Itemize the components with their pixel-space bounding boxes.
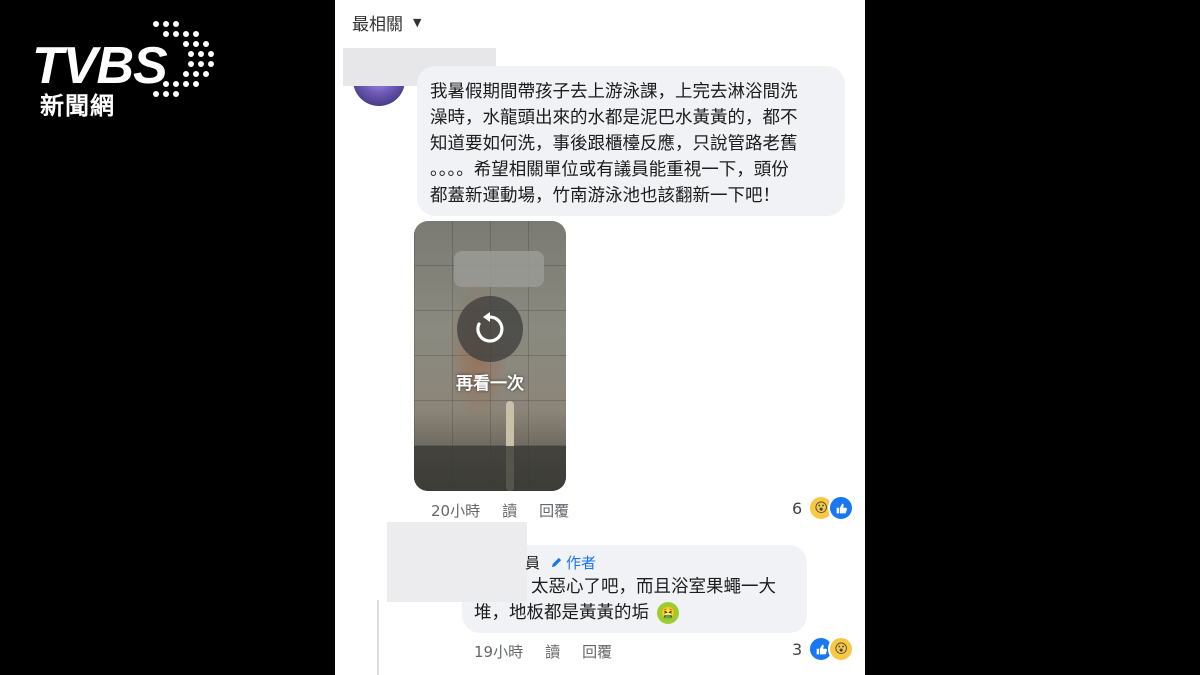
thread-line [377,600,379,675]
reply-line: 堆，地板都是黃黃的垢 [474,603,649,623]
replay-icon [476,312,504,343]
comment-line: 都蓋新運動場，竹南游泳池也該翻新一下吧！ [430,186,780,206]
author-name[interactable]: 員 [525,552,540,573]
read-link[interactable]: 讀 [545,641,560,662]
comment-text: 我暑假期間帶孩子去上游泳課，上完去淋浴間洗 澡時，水龍頭出來的水都是泥巴水黃黃的… [430,79,840,209]
reply-line-2: 堆，地板都是黃黃的垢 🤮 [474,600,804,626]
phone-screen: 最相關 ▼ 我暑假期間帶孩子去上游泳課，上完去淋浴間洗 澡時，水龍頭出來的水都是… [335,0,865,675]
reaction-summary[interactable]: 6 😮 [792,495,855,521]
reply-link[interactable]: 回覆 [582,641,612,662]
replay-button[interactable] [457,296,523,362]
reply-meta: 19小時 讀 回覆 [474,641,612,662]
reaction-summary[interactable]: 3 😮 [792,636,855,662]
logo-brand: TVBS [32,37,168,95]
sort-label: 最相關 [352,15,403,35]
author-badge: 作者 [550,552,596,573]
reply-author: 員 作者 [525,552,596,573]
comment-line: 知道要如何洗，事後跟櫃檯反應，只說管路老舊 [430,134,798,154]
chevron-down-icon: ▼ [413,16,422,29]
like-emoji-icon [828,495,855,521]
reaction-count: 3 [792,639,803,659]
logo-subtitle: 新聞網 [40,92,115,120]
comment-line: 。。。。希望相關單位或有議員能重視一下，頭份 [430,160,789,180]
replay-label: 再看一次 [456,374,524,394]
reaction-count: 6 [792,498,803,518]
timestamp: 19小時 [474,643,524,661]
read-link[interactable]: 讀 [502,500,517,521]
author-badge-label: 作者 [566,554,597,572]
wow-emoji-icon: 😮 [828,636,855,662]
comment-meta: 20小時 讀 回覆 [431,500,569,521]
comment-line: 我暑假期間帶孩子去上游泳課，上完去淋浴間洗 [430,82,798,102]
video-thumbnail[interactable]: 再看一次 [414,221,566,491]
reply-link[interactable]: 回覆 [539,500,569,521]
reply-line: 太惡心了吧，而且浴室果蠅一大 [531,577,776,597]
reply-text: 太惡心了吧，而且浴室果蠅一大 堆，地板都是黃黃的垢 🤮 [474,574,804,626]
comment-line: 澡時，水龍頭出來的水都是泥巴水黃黃的，都不 [430,108,798,128]
sort-dropdown[interactable]: 最相關 ▼ [352,10,421,35]
nauseated-face-icon: 🤮 [657,602,679,624]
floor-image [414,446,566,491]
tvbs-logo: TVBS 新聞網 [28,18,214,120]
pen-icon [551,557,562,568]
timestamp: 20小時 [431,502,481,520]
